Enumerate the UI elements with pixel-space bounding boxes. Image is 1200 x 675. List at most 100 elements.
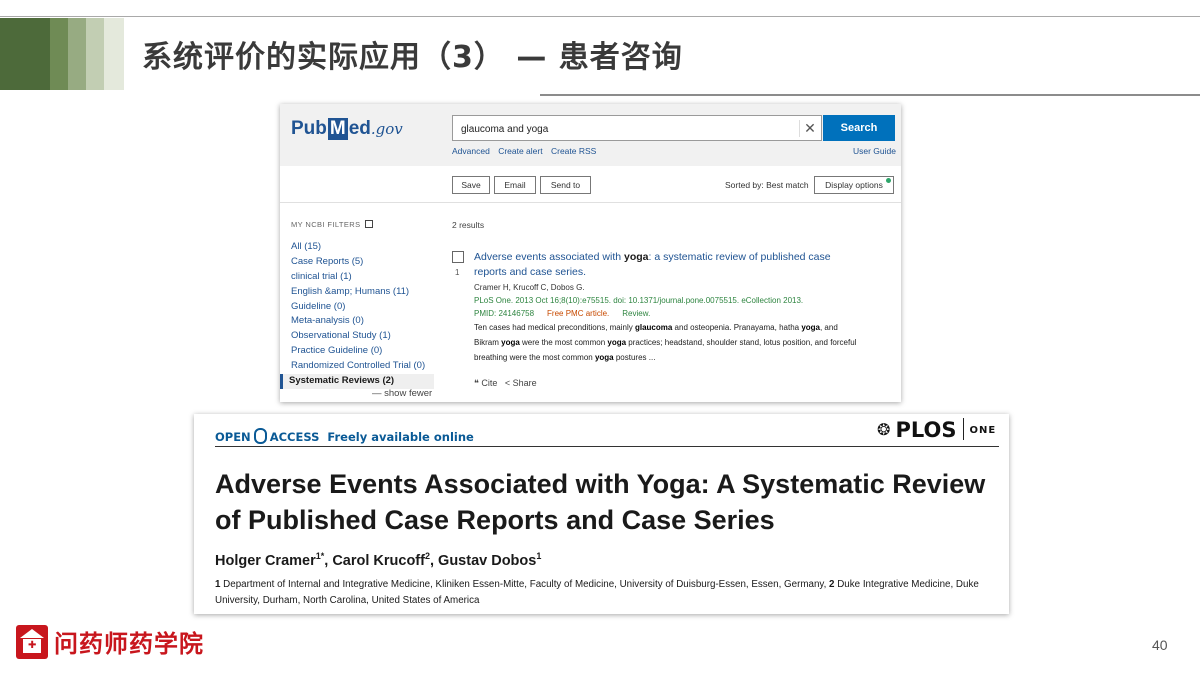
author-affiliation-mark: 1* xyxy=(315,551,325,561)
email-button[interactable]: Email xyxy=(494,176,536,194)
sort-label[interactable]: Sorted by: Best match xyxy=(725,180,809,190)
snippet-highlight: yoga xyxy=(594,353,614,362)
logo-divider xyxy=(962,418,964,440)
logo-ed: ed xyxy=(348,118,371,139)
result-snippet: Ten cases had medical preconditions, mai… xyxy=(474,320,864,365)
snippet-highlight: glaucoma xyxy=(634,323,673,332)
open-lock-icon xyxy=(253,428,267,444)
advanced-link[interactable]: Advanced xyxy=(452,146,490,156)
cite-label: Cite xyxy=(481,378,498,388)
share-button[interactable]: < Share xyxy=(505,378,537,388)
author-affiliation-mark: 2 xyxy=(424,551,430,561)
author-affiliation-mark: 1 xyxy=(536,551,542,561)
review-badge: Review. xyxy=(622,309,651,318)
title-highlight: yoga xyxy=(624,251,649,263)
footer-logo: ✚ 问药师药学院 xyxy=(16,624,204,659)
filter-systematic-reviews[interactable]: Systematic Reviews (2) xyxy=(280,374,434,389)
header-stripe xyxy=(0,18,50,90)
search-button[interactable]: Search xyxy=(823,115,895,141)
snippet-part: were the most common xyxy=(519,338,608,347)
plos-article-panel: OPEN ACCESS Freely available online ❂ PLO… xyxy=(194,414,1009,614)
oa-access: ACCESS xyxy=(269,430,320,444)
result-citation: PLoS One. 2013 Oct 16;8(10):e75515. doi:… xyxy=(474,296,804,305)
snippet-part: Ten cases had medical preconditions, mai… xyxy=(474,323,635,332)
header-stripe xyxy=(104,18,124,90)
header-rule xyxy=(215,446,999,447)
share-icon: < xyxy=(504,378,511,388)
plos-one-logo: ❂ PLOS ONE xyxy=(877,418,996,442)
send-to-button[interactable]: Send to xyxy=(540,176,591,194)
search-result: Adverse events associated with yoga: a s… xyxy=(474,250,864,365)
create-alert-link[interactable]: Create alert xyxy=(498,146,542,156)
filters-header-label: MY NCBI FILTERS xyxy=(291,220,361,229)
close-icon[interactable]: ✕ xyxy=(799,120,820,137)
pubmed-panel: PubMed.gov ✕ Search Advanced Create aler… xyxy=(280,104,901,402)
filter-meta-analysis[interactable]: Meta-analysis (0) xyxy=(291,314,441,329)
snippet-highlight: yoga xyxy=(801,323,820,332)
logo-m: M xyxy=(327,118,348,140)
author-name: Carol Krucoff xyxy=(332,552,425,569)
snippet-part: postures ... xyxy=(613,353,656,362)
pubmed-logo[interactable]: Pub Med.gov xyxy=(291,118,403,140)
filter-observational-study[interactable]: Observational Study (1) xyxy=(291,329,441,344)
article-affiliations: 1 Department of Internal and Integrative… xyxy=(215,577,1005,609)
oa-open: OPEN xyxy=(215,430,251,444)
filters-header: MY NCBI FILTERS xyxy=(291,220,374,229)
result-title-link[interactable]: Adverse events associated with yoga: a s… xyxy=(474,250,864,280)
open-access-banner: OPEN ACCESS Freely available online xyxy=(215,428,474,444)
article-authors: Holger Cramer1*, Carol Krucoff2, Gustav … xyxy=(215,551,542,569)
snippet-highlight: yoga xyxy=(607,338,627,347)
show-fewer-label: show fewer xyxy=(384,388,433,399)
slide-title: 系统评价的实际应用（3） — 患者咨询 xyxy=(142,40,683,75)
result-pmid-line: PMID: 24146758 Free PMC article. Review. xyxy=(474,309,864,318)
logo-gov: .gov xyxy=(370,120,403,138)
snippet-part: and osteopenia. Pranayama, hatha xyxy=(672,323,802,332)
results-toolbar: Save Email Send to Sorted by: Best match… xyxy=(280,166,901,203)
header-stripe xyxy=(68,18,86,90)
result-number: 1 xyxy=(455,268,460,277)
filter-rct[interactable]: Randomized Controlled Trial (0) xyxy=(291,359,441,374)
header-bottom-rule xyxy=(540,94,1200,96)
filter-practice-guideline[interactable]: Practice Guideline (0) xyxy=(291,344,441,359)
search-input[interactable] xyxy=(459,117,793,141)
school-icon: ✚ xyxy=(16,624,48,659)
header-stripe xyxy=(86,18,104,90)
quote-icon: ❝ xyxy=(474,378,479,388)
save-button[interactable]: Save xyxy=(452,176,490,194)
user-guide-link[interactable]: User Guide xyxy=(853,146,896,156)
status-dot-icon xyxy=(886,178,891,183)
share-label: Share xyxy=(512,378,537,388)
filter-case-reports[interactable]: Case Reports (5) xyxy=(291,255,441,270)
author-name: Gustav Dobos xyxy=(438,552,537,569)
footer-brand: 问药师药学院 xyxy=(54,630,204,658)
result-pmid: PMID: 24146758 xyxy=(474,309,535,318)
show-fewer-link[interactable]: — show fewer xyxy=(372,388,432,399)
results-count: 2 results xyxy=(452,220,485,230)
result-actions: ❝ Cite < Share xyxy=(474,378,537,389)
filter-clinical-trial[interactable]: clinical trial (1) xyxy=(291,270,441,285)
author-name: Holger Cramer xyxy=(215,552,316,569)
logo-pub: Pub xyxy=(291,118,327,139)
cite-button[interactable]: ❝ Cite xyxy=(474,378,497,388)
title-part: Adverse events associated with xyxy=(474,251,624,263)
filter-all[interactable]: All (15) xyxy=(291,240,441,255)
filter-guideline[interactable]: Guideline (0) xyxy=(291,300,441,315)
page-number: 40 xyxy=(1152,637,1168,653)
search-links: Advanced Create alert Create RSS xyxy=(452,146,602,156)
external-link-icon[interactable] xyxy=(365,220,374,228)
article-title: Adverse Events Associated with Yoga: A S… xyxy=(215,469,986,535)
snippet-highlight: yoga xyxy=(501,338,520,347)
header-stripes xyxy=(0,18,124,90)
filter-list: All (15) Case Reports (5) clinical trial… xyxy=(280,240,441,389)
header-stripe xyxy=(50,18,68,90)
display-options-button[interactable]: Display options xyxy=(814,176,894,194)
create-rss-link[interactable]: Create RSS xyxy=(551,146,596,156)
plos-one-word: ONE xyxy=(969,425,997,436)
affiliation-text: Department of Internal and Integrative M… xyxy=(220,579,830,590)
search-box: ✕ xyxy=(452,115,822,141)
result-checkbox[interactable] xyxy=(452,251,464,263)
plos-word: PLOS xyxy=(895,418,957,442)
plos-sun-icon: ❂ xyxy=(877,420,891,439)
filter-english-humans[interactable]: English &amp; Humans (11) xyxy=(291,285,441,300)
free-pmc-badge: Free PMC article. xyxy=(547,309,610,318)
